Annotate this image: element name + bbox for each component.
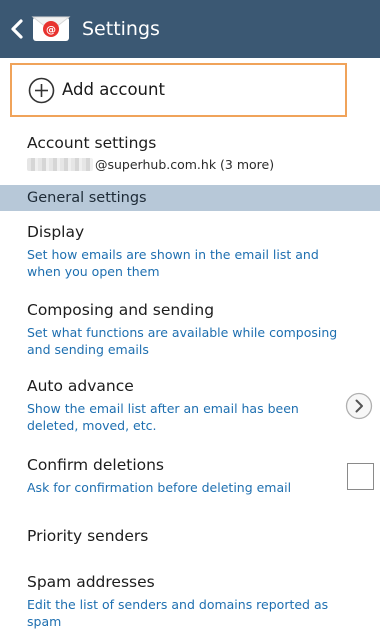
setting-subtitle: Ask for confirmation before deleting ema…	[27, 480, 292, 495]
section-header-label: General settings	[27, 190, 147, 206]
email-app-icon[interactable]: @	[30, 14, 72, 44]
chevron-left-icon[interactable]	[4, 15, 30, 43]
chevron-right-icon[interactable]	[345, 392, 373, 420]
setting-title: Priority senders	[27, 527, 149, 545]
svg-text:@: @	[46, 25, 56, 36]
setting-confirm-deletions[interactable]: Confirm deletions Ask for confirmation b…	[0, 452, 380, 506]
setting-subtitle: Set what functions are available while c…	[27, 325, 338, 357]
setting-subtitle: Set how emails are shown in the email li…	[27, 247, 319, 279]
account-settings-row[interactable]: Account settings @superhub.com.hk (3 mor…	[0, 128, 380, 184]
confirm-deletions-checkbox[interactable]	[347, 463, 374, 490]
add-account-button[interactable]: Add account	[10, 63, 347, 117]
setting-spam-addresses[interactable]: Spam addresses Edit the list of senders …	[0, 568, 380, 637]
section-header-general: General settings	[0, 185, 380, 211]
account-settings-title: Account settings	[27, 134, 157, 152]
setting-composing-sending[interactable]: Composing and sending Set what functions…	[0, 296, 380, 362]
setting-title: Auto advance	[27, 377, 134, 395]
email-settings-screen: @ Settings Add account Account settings …	[0, 0, 380, 637]
setting-title: Display	[27, 223, 85, 241]
page-title: Settings	[82, 18, 160, 40]
setting-subtitle: Edit the list of senders and domains rep…	[27, 597, 329, 629]
setting-title: Confirm deletions	[27, 456, 165, 474]
setting-auto-advance[interactable]: Auto advance Show the email list after a…	[0, 374, 380, 444]
plus-circle-icon	[28, 77, 55, 104]
setting-priority-senders[interactable]: Priority senders	[0, 516, 380, 558]
account-settings-subtitle: @superhub.com.hk (3 more)	[27, 156, 347, 173]
redacted-email-mask	[27, 158, 93, 171]
account-email-suffix: @superhub.com.hk (3 more)	[95, 157, 275, 172]
action-bar: @ Settings	[0, 0, 380, 58]
setting-title: Spam addresses	[27, 573, 155, 591]
setting-subtitle: Show the email list after an email has b…	[27, 401, 299, 433]
setting-title: Composing and sending	[27, 301, 215, 319]
add-account-label: Add account	[62, 80, 165, 99]
setting-display[interactable]: Display Set how emails are shown in the …	[0, 218, 380, 284]
